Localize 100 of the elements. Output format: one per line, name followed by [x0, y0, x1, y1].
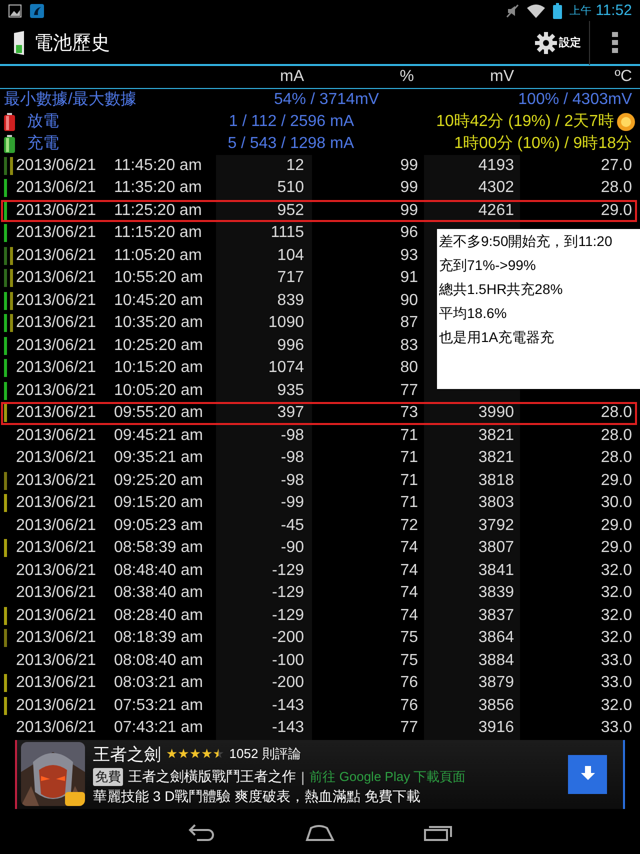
table-cell: 3807	[478, 539, 514, 556]
table-cell: 72	[400, 516, 418, 534]
table-cell: -99	[280, 494, 304, 512]
table-cell: 2013/06/21	[16, 629, 96, 646]
table-cell: 2013/06/21	[16, 224, 96, 242]
column-header: %	[398, 68, 415, 86]
note-text: 平均18.6%	[439, 304, 508, 323]
table-cell: 32.0	[600, 584, 632, 602]
clock: 11:52	[596, 2, 632, 20]
table-cell: 09:05:23 am	[114, 516, 203, 534]
table-cell: 80	[400, 359, 418, 376]
menu-icon	[612, 32, 618, 54]
table-cell: 71	[400, 494, 418, 512]
table-cell: 28.0	[600, 179, 632, 196]
table-cell: 2013/06/21	[16, 539, 96, 556]
table-cell: 3839	[478, 584, 514, 602]
table-cell: 29.0	[600, 202, 632, 219]
ad-title: 王者之劍	[93, 744, 161, 766]
table-cell: 91	[400, 269, 418, 286]
table-cell: 09:25:20 am	[114, 472, 203, 489]
am-pm-label: 上午	[570, 4, 592, 18]
table-cell: 2013/06/21	[16, 494, 96, 512]
back-icon	[187, 822, 217, 842]
summary-value: 100% / 4303mV	[517, 90, 633, 109]
table-cell: 09:35:21 am	[114, 449, 203, 466]
table-cell: 33.0	[600, 652, 632, 669]
table-cell: 74	[400, 539, 418, 556]
separator: |	[301, 768, 305, 785]
table-cell: 839	[277, 292, 304, 309]
table-cell: 71	[400, 449, 418, 466]
table-cell: 935	[277, 382, 304, 399]
table-cell: 93	[400, 246, 418, 264]
table-cell: 99	[400, 179, 418, 196]
table-cell: 75	[400, 629, 418, 646]
table-cell: 83	[400, 336, 418, 354]
table-cell: 73	[400, 404, 418, 422]
table-cell: 3864	[478, 629, 514, 646]
table-cell: 29.0	[600, 516, 632, 534]
table-cell: 3856	[478, 696, 514, 714]
table-cell: 3821	[478, 426, 514, 444]
table-cell: -100	[272, 652, 304, 669]
table-cell: 3803	[478, 494, 514, 512]
summary-label: 放電	[27, 112, 59, 132]
table-cell: 74	[400, 606, 418, 624]
table-cell: 3841	[478, 562, 514, 579]
table-cell: 76	[400, 674, 418, 692]
wifi-icon	[526, 4, 545, 18]
table-cell: 08:18:39 am	[114, 629, 203, 646]
table-cell: 10:35:20 am	[114, 314, 203, 332]
table-cell: 74	[400, 584, 418, 602]
column-header: mA	[279, 68, 305, 86]
note-text: 充到71%->99%	[439, 256, 537, 275]
table-cell: -143	[272, 696, 304, 714]
table-cell: 397	[277, 404, 304, 422]
download-button[interactable]	[568, 754, 607, 794]
mute-icon	[504, 4, 519, 18]
table-cell: 11:45:20 am	[114, 156, 202, 174]
note-text: 差不多9:50開始充，到11:20	[439, 232, 614, 251]
table-cell: 1115	[270, 224, 304, 242]
table-cell: -200	[272, 674, 304, 692]
table-cell: 33.0	[600, 719, 632, 736]
table-cell: 08:48:40 am	[114, 562, 203, 579]
table-cell: 12	[286, 156, 304, 174]
table-cell: 74	[400, 562, 418, 579]
table-cell: 71	[400, 472, 418, 489]
table-cell: 3916	[478, 719, 514, 736]
table-cell: 2013/06/21	[16, 336, 96, 354]
table-cell: 08:58:39 am	[114, 539, 203, 556]
table-cell: 28.0	[600, 449, 632, 466]
table-cell: -45	[280, 516, 304, 534]
column-header: ºC	[614, 68, 633, 86]
summary-value: 10時42分 (19%) / 2天7時	[435, 112, 615, 132]
table-cell: 10:45:20 am	[114, 292, 203, 309]
table-cell: -98	[280, 472, 304, 489]
table-cell: 28.0	[600, 404, 632, 422]
table-cell: 32.0	[600, 562, 632, 579]
table-cell: 2013/06/21	[16, 562, 96, 579]
table-cell: 29.0	[600, 539, 632, 556]
table-cell: 30.0	[600, 494, 632, 512]
table-cell: -129	[272, 562, 304, 579]
table-cell: 10:55:20 am	[114, 269, 203, 286]
review-count: 1052 則評論	[229, 745, 301, 764]
free-tag: 免費	[93, 768, 123, 786]
table-cell: -143	[272, 719, 304, 736]
table-cell: 09:55:20 am	[114, 404, 203, 422]
battery-app-icon	[14, 30, 26, 55]
sun-icon	[616, 112, 636, 132]
table-cell: 952	[277, 202, 304, 219]
summary-value: 1 / 112 / 2596 mA	[228, 112, 354, 131]
table-cell: 3879	[478, 674, 514, 692]
star-rating: ★★★★★	[166, 746, 224, 762]
settings-button[interactable]: 設定	[527, 20, 590, 65]
table-cell: 09:15:20 am	[114, 494, 203, 512]
table-cell: 08:28:40 am	[114, 606, 203, 624]
table-cell: 08:38:40 am	[114, 584, 203, 602]
table-cell: 2013/06/21	[16, 404, 96, 422]
table-cell: 33.0	[600, 674, 632, 692]
table-cell: 99	[400, 156, 418, 174]
table-cell: 3792	[478, 516, 514, 534]
store-link[interactable]: 前往 Google Play 下載頁面	[310, 768, 466, 786]
